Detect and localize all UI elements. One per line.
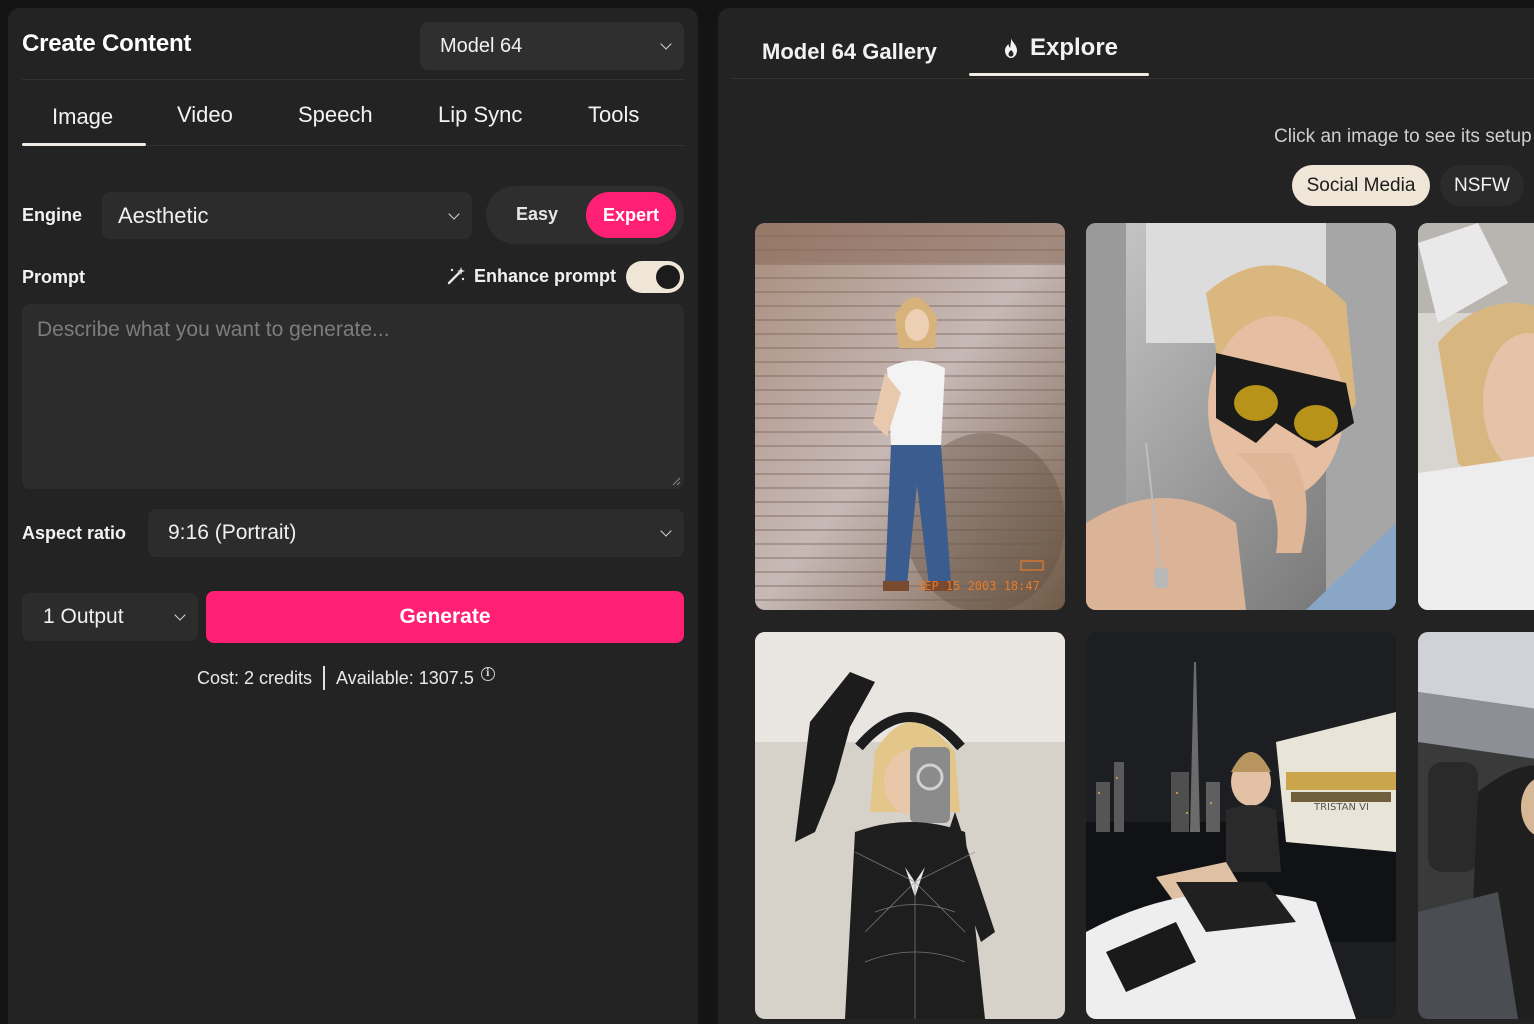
enhance-prompt: Enhance prompt <box>446 264 616 288</box>
photo-woman-jetski-night-city: TRISTAN VI <box>1086 632 1396 1019</box>
cost-text: Cost: 2 credits <box>197 667 313 688</box>
tab-video[interactable]: Video <box>177 102 233 128</box>
aspect-ratio-select[interactable]: 9:16 (Portrait) <box>148 509 684 557</box>
gallery-image-tile[interactable] <box>1418 223 1534 610</box>
create-content-panel: Create Content Model 64 Image Video Spee… <box>8 8 698 1024</box>
tab-lip-sync[interactable]: Lip Sync <box>438 102 522 128</box>
chevron-down-icon <box>448 207 460 220</box>
content-type-tabs: Image Video Speech Lip Sync Tools <box>22 88 684 146</box>
tab-tools[interactable]: Tools <box>588 102 639 128</box>
app-root: Create Content Model 64 Image Video Spee… <box>0 0 1534 1024</box>
gallery-image-tile[interactable] <box>1086 223 1396 610</box>
magic-wand-icon <box>447 267 465 285</box>
photo-woman-white-tee-jeans: SEP 15 2003 18:47 <box>755 223 1065 610</box>
gallery-image-tile[interactable] <box>1418 632 1534 1019</box>
engine-select-value: Aesthetic <box>118 202 209 228</box>
prompt-textarea[interactable] <box>22 304 684 489</box>
photo-woman-spider-suit-mirror-selfie <box>755 632 1065 1019</box>
engine-label: Engine <box>22 205 83 225</box>
available-credits: Available: 1307.5 <box>336 667 474 688</box>
active-tab-indicator <box>22 143 146 146</box>
model-select-value: Model 64 <box>440 34 523 57</box>
photo-woman-yellow-sunglasses <box>1086 223 1396 610</box>
info-icon[interactable]: i <box>480 667 495 681</box>
aspect-ratio-label: Aspect ratio <box>22 523 127 543</box>
gallery-hint: Click an image to see its setup <box>1274 126 1532 147</box>
prompt-label: Prompt <box>22 267 85 287</box>
toggle-knob <box>656 265 680 289</box>
mode-expert-button[interactable]: Expert <box>586 192 676 238</box>
resize-grip-icon[interactable] <box>672 477 681 486</box>
tab-speech[interactable]: Speech <box>298 102 373 128</box>
chevron-down-icon <box>660 525 672 537</box>
enhance-prompt-toggle[interactable] <box>626 261 684 293</box>
header-divider <box>22 79 684 80</box>
svg-text:TRISTAN VI: TRISTAN VI <box>1313 802 1369 813</box>
flame-icon <box>1005 38 1017 58</box>
engine-select[interactable]: Aesthetic <box>102 192 472 239</box>
output-count-select[interactable]: 1 Output <box>22 593 198 641</box>
mode-easy-button[interactable]: Easy <box>516 204 558 225</box>
filter-social-media[interactable]: Social Media <box>1292 165 1430 206</box>
cost-info: Cost: 2 credits Available: 1307.5 i <box>197 666 495 690</box>
chevron-down-icon <box>660 38 672 50</box>
generate-button[interactable]: Generate <box>206 591 684 643</box>
panel-title: Create Content <box>22 30 192 57</box>
tabs-divider <box>146 145 684 146</box>
tab-explore-label: Explore <box>1030 34 1119 61</box>
chevron-down-icon <box>174 609 186 621</box>
model-select[interactable]: Model 64 <box>420 22 684 70</box>
active-tab-indicator <box>969 73 1149 76</box>
enhance-prompt-label: Enhance prompt <box>474 265 617 286</box>
tab-explore[interactable]: Explore <box>1002 34 1118 62</box>
output-count-value: 1 Output <box>43 605 124 628</box>
aspect-ratio-value: 9:16 (Portrait) <box>168 521 297 544</box>
photo-woman-lying-bed <box>1418 223 1534 610</box>
gallery-image-tile[interactable]: TRISTAN VI <box>1086 632 1396 1019</box>
tab-image[interactable]: Image <box>52 104 113 130</box>
photo-date-stamp: SEP 15 2003 18:47 <box>917 579 1040 593</box>
gallery-image-tile[interactable]: SEP 15 2003 18:47 <box>755 223 1065 610</box>
gallery-image-tile[interactable] <box>755 632 1065 1019</box>
cost-separator <box>323 666 326 690</box>
mode-toggle: Easy Expert <box>486 186 684 244</box>
gallery-panel: Model 64 Gallery Explore Click an image … <box>718 8 1534 1024</box>
gallery-tabs-divider <box>732 78 1534 79</box>
photo-car-interior-selfie <box>1418 632 1534 1019</box>
filter-nsfw[interactable]: NSFW <box>1440 165 1524 206</box>
tab-model-gallery[interactable]: Model 64 Gallery <box>762 39 937 65</box>
